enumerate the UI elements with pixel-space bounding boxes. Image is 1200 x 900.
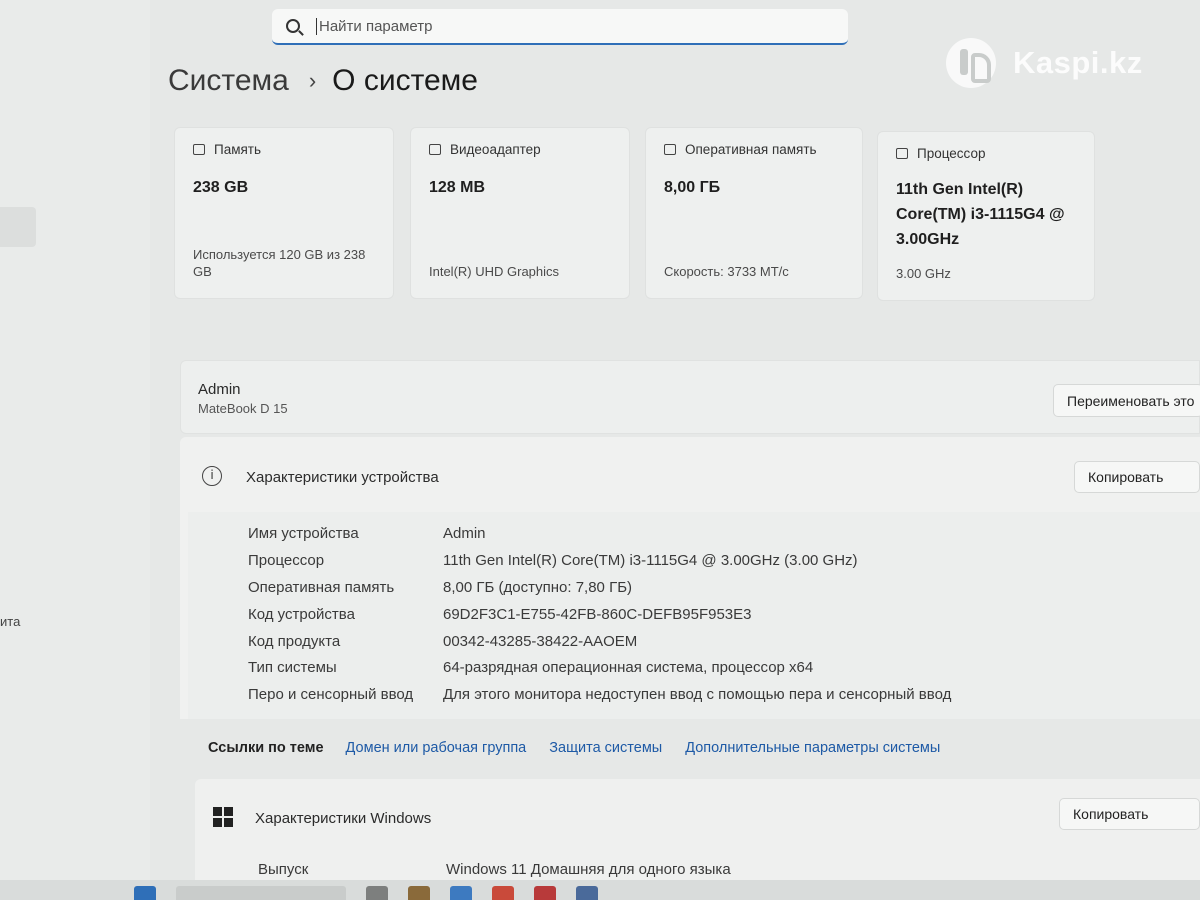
- windows-specs-title: Характеристики Windows: [255, 810, 432, 827]
- navigation-pane: ита: [0, 0, 150, 880]
- card-value: 238 GB: [193, 179, 249, 196]
- spec-value: Admin: [443, 525, 486, 542]
- storage-card[interactable]: Память 238 GB Используется 120 GB из 238…: [174, 127, 394, 299]
- card-value: 11th Gen Intel(R) Core(TM) i3-1115G4 @ 3…: [896, 181, 1065, 248]
- card-subtext: Используется 120 GB из 238 GB: [193, 247, 366, 279]
- card-label: Память: [214, 142, 262, 157]
- spec-label: Тип системы: [248, 659, 337, 676]
- breadcrumb: Система › О системе: [168, 64, 478, 98]
- device-name: Admin: [198, 381, 241, 398]
- breadcrumb-root[interactable]: Система: [168, 64, 289, 98]
- display-adapter-icon: [429, 144, 441, 155]
- card-label: Оперативная память: [685, 142, 817, 157]
- edition-label: Выпуск: [258, 861, 309, 878]
- spec-value: 8,00 ГБ (доступно: 7,80 ГБ): [443, 579, 633, 596]
- taskbar: [0, 880, 1200, 900]
- kaspi-logo-icon: [946, 38, 996, 88]
- card-subtext: Intel(R) UHD Graphics: [429, 264, 560, 279]
- spec-label: Перо и сенсорный ввод: [248, 686, 414, 703]
- taskbar-search-icon[interactable]: [176, 886, 346, 900]
- ram-card[interactable]: Оперативная память 8,00 ГБ Скорость: 373…: [645, 127, 863, 299]
- related-links-bar: Ссылки по теме Домен или рабочая группа …: [180, 722, 1200, 774]
- watermark-text: Kaspi.kz: [1013, 45, 1143, 80]
- card-header: Процессор: [896, 146, 1076, 161]
- spec-value: 64-разрядная операционная система, проце…: [443, 659, 814, 676]
- taskbar-app-icon[interactable]: [492, 886, 514, 900]
- spec-value: 69D2F3C1-E755-42FB-860C-DEFB95F953E3: [443, 606, 752, 623]
- card-header: Видеоадаптер: [429, 142, 611, 157]
- domain-workgroup-link[interactable]: Домен или рабочая группа: [346, 740, 527, 756]
- nav-selected-item[interactable]: [0, 207, 36, 247]
- card-label: Видеоадаптер: [450, 142, 541, 157]
- card-subtext: Скорость: 3733 MT/c: [664, 264, 789, 279]
- taskbar-app-icon[interactable]: [534, 886, 556, 900]
- watermark: Kaspi.kz: [946, 38, 1143, 88]
- taskbar-app-icon[interactable]: [576, 886, 598, 900]
- display-adapter-card[interactable]: Видеоадаптер 128 MB Intel(R) UHD Graphic…: [410, 127, 630, 299]
- page-title: О системе: [332, 64, 478, 97]
- rename-pc-button[interactable]: Переименовать это: [1053, 384, 1200, 417]
- system-protection-link[interactable]: Защита системы: [549, 740, 662, 756]
- spec-label: Имя устройства: [248, 525, 359, 542]
- storage-icon: [193, 144, 205, 155]
- device-specs-list: Имя устройства Admin Процессор 11th Gen …: [188, 512, 1200, 719]
- advanced-system-settings-link[interactable]: Дополнительные параметры системы: [685, 740, 940, 756]
- device-name-row: Admin MateBook D 15 Переименовать это: [180, 360, 1200, 434]
- edition-value: Windows 11 Домашняя для одного языка: [446, 861, 731, 878]
- device-specs-panel: i Характеристики устройства Копировать И…: [180, 437, 1200, 719]
- nav-item-label-cut[interactable]: ита: [0, 614, 20, 629]
- spec-label: Оперативная память: [248, 579, 395, 596]
- copy-windows-specs-button[interactable]: Копировать: [1059, 798, 1200, 830]
- card-subtext: 3.00 GHz: [896, 266, 951, 281]
- card-header: Оперативная память: [664, 142, 844, 157]
- cpu-icon: [896, 148, 908, 159]
- device-specs-title: Характеристики устройства: [246, 469, 439, 486]
- info-icon: i: [202, 466, 222, 486]
- spec-label: Код устройства: [248, 606, 355, 623]
- ram-icon: [664, 144, 676, 155]
- spec-value: Для этого монитора недоступен ввод с пом…: [443, 686, 952, 703]
- search-input[interactable]: [316, 17, 796, 35]
- copy-device-specs-button[interactable]: Копировать: [1074, 461, 1200, 493]
- windows-specs-panel: Характеристики Windows Копировать Выпуск…: [195, 779, 1200, 880]
- card-value: 8,00 ГБ: [664, 179, 721, 196]
- windows-logo-icon: [213, 807, 233, 827]
- related-links-label: Ссылки по теме: [208, 740, 324, 756]
- card-value: 128 MB: [429, 179, 486, 196]
- card-header: Память: [193, 142, 375, 157]
- device-model: MateBook D 15: [198, 401, 288, 416]
- chevron-right-icon: ›: [308, 68, 317, 93]
- spec-value: 00342-43285-38422-AAOEM: [443, 633, 638, 650]
- spec-label: Процессор: [248, 552, 325, 569]
- taskbar-app-icon[interactable]: [366, 886, 388, 900]
- search-icon: [286, 19, 300, 33]
- taskbar-app-icon[interactable]: [450, 886, 472, 900]
- card-label: Процессор: [917, 146, 986, 161]
- cpu-card[interactable]: Процессор 11th Gen Intel(R) Core(TM) i3-…: [877, 131, 1095, 301]
- start-icon[interactable]: [134, 886, 156, 900]
- taskbar-app-icon[interactable]: [408, 886, 430, 900]
- device-specs-header[interactable]: i Характеристики устройства Копировать: [180, 437, 1200, 514]
- spec-label: Код продукта: [248, 633, 341, 650]
- search-box[interactable]: [272, 9, 848, 45]
- spec-value: 11th Gen Intel(R) Core(TM) i3-1115G4 @ 3…: [443, 552, 858, 569]
